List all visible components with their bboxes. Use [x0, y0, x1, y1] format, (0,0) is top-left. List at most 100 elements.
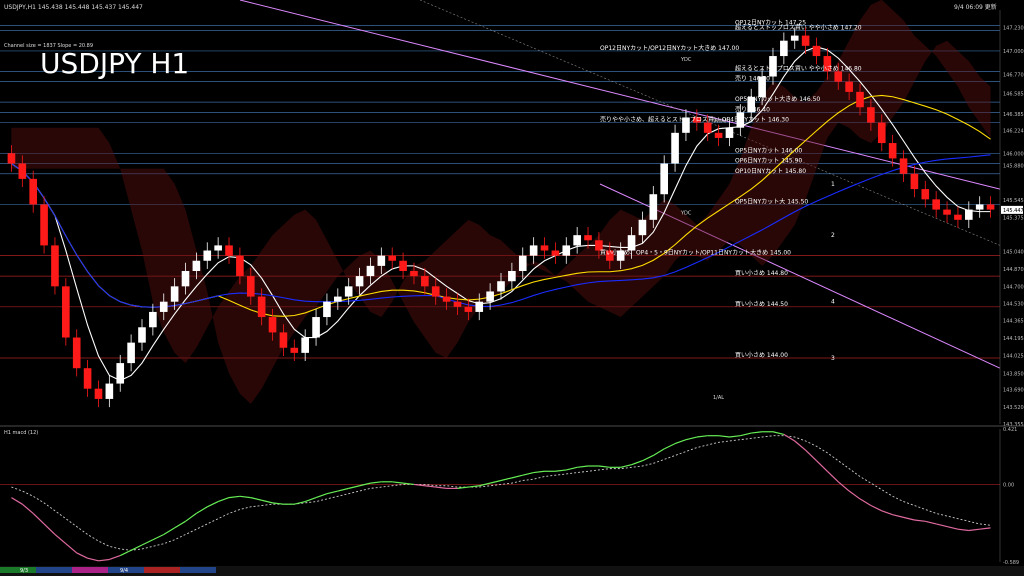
price-tick-label: 144.700	[1003, 284, 1024, 290]
level-marker: 3	[831, 355, 835, 362]
candle-body	[703, 122, 712, 133]
session-bar	[144, 567, 180, 573]
candle-body	[18, 163, 27, 179]
candle-body	[725, 127, 734, 138]
candle-body	[943, 209, 951, 215]
level-marker: 1	[831, 181, 835, 188]
candle-body	[801, 35, 810, 46]
price-tick-label: 146.585	[1003, 91, 1024, 97]
session-bar	[180, 567, 216, 573]
macd-title: H1 macd (12)	[4, 430, 38, 436]
price-level-label: 買い小さめ 144.80	[735, 269, 788, 277]
price-tick-label: 146.770	[1003, 72, 1024, 78]
price-tick-label: 144.025	[1003, 353, 1024, 359]
price-tick-label: 145.040	[1003, 250, 1024, 256]
time-axis: 9/3 9/4	[0, 566, 1024, 576]
candle-body	[714, 132, 723, 138]
macd-tick-label: 0.00	[1003, 482, 1014, 488]
big-title: USDJPY H1	[40, 47, 189, 80]
candle-body	[910, 173, 919, 190]
price-tick-label: 143.520	[1003, 405, 1024, 411]
price-level-label: 超えるとストップロス買い やや小さめ 146.80	[735, 64, 862, 72]
price-level-label: 買い小さめ、OP4・5・9日NYカット/OP11日NYカット大きめ 145.00	[600, 249, 791, 257]
candle-body	[94, 388, 103, 399]
level-marker: 2	[831, 232, 835, 239]
candle-body	[877, 122, 886, 144]
candle-body	[573, 235, 581, 246]
candle-body	[812, 45, 821, 57]
candle-body	[138, 327, 146, 343]
candle-body	[246, 276, 255, 297]
candle-body	[399, 260, 407, 271]
price-tick-label: 145.375	[1003, 215, 1024, 221]
candle-body	[105, 383, 114, 399]
price-level-label: OP10日NYカット 145.80	[735, 168, 806, 175]
candle-body	[888, 143, 897, 159]
candle-body	[453, 301, 462, 307]
candle-body	[921, 189, 930, 200]
candle-body	[301, 337, 309, 353]
candle-body	[29, 178, 38, 205]
candle-body	[388, 255, 397, 261]
price-level-label: 売り 146.70	[735, 75, 770, 83]
update-time: 9/4 06:09 更新	[954, 3, 997, 11]
candle-body	[431, 286, 440, 297]
side-tag: YDC	[680, 57, 692, 63]
candle-body	[660, 163, 668, 195]
price-level-label: 売り 146.40	[735, 105, 770, 113]
session-bar	[36, 567, 72, 573]
candle-body	[279, 332, 288, 348]
candle-body	[562, 245, 571, 256]
candle-body	[486, 291, 494, 302]
candle-body	[584, 235, 592, 241]
candle-body	[856, 91, 864, 108]
price-tick-label: 146.000	[1003, 151, 1024, 157]
candle-body	[149, 311, 157, 328]
price-tick-label: 143.850	[1003, 371, 1024, 377]
macd-tick-label: 0.421	[1003, 427, 1017, 433]
candle-body	[986, 204, 995, 210]
price-level-label: OP12日NYカット/OP12日NYカット大きめ 147.00	[600, 44, 739, 52]
side-tag: 1/AL	[713, 395, 724, 401]
price-level-label: OP6日NYカット 145.90	[735, 158, 802, 165]
candle-body	[671, 132, 679, 164]
candle-body	[377, 255, 386, 266]
candle-body	[127, 342, 135, 364]
session-bar	[0, 567, 36, 573]
candle-body	[290, 347, 299, 353]
candle-body	[192, 260, 201, 271]
candle-body	[899, 158, 908, 174]
candle-body	[867, 107, 875, 123]
candle-body	[40, 204, 48, 246]
price-tick-label: 143.690	[1003, 388, 1024, 394]
current-price-label: 145.447	[1003, 208, 1024, 214]
candle-body	[83, 368, 92, 389]
price-tick-label: 146.224	[1003, 128, 1024, 134]
price-level-label: OP5日NYカット大 145.50	[735, 197, 808, 205]
price-level-label: OP5日NYカット大きめ 146.50	[735, 95, 820, 103]
candle-body	[236, 255, 244, 277]
candle-body	[529, 245, 538, 256]
price-level-label: 超えるとストップロス買い やや小さめ 147.20	[735, 23, 862, 31]
candle-body	[312, 317, 320, 338]
candle-body	[627, 235, 636, 251]
candle-body	[203, 250, 212, 261]
candle-body	[954, 214, 962, 220]
candle-body	[442, 296, 451, 302]
candle-body	[170, 286, 179, 302]
candle-body	[355, 276, 364, 287]
candle-body	[62, 286, 70, 338]
price-tick-label: 147.230	[1003, 25, 1024, 31]
candle-body	[268, 317, 277, 333]
price-tick-label: 145.880	[1003, 164, 1024, 170]
price-level-label: OP5日NYカット 146.00	[735, 147, 802, 154]
date-label: 9/3	[20, 568, 28, 574]
side-tag: VWAP	[713, 119, 728, 125]
candle-body	[540, 245, 549, 251]
price-tick-label: 147.000	[1003, 49, 1024, 55]
usdjpy-h1-chart[interactable]: OP12日NYカット 147.25超えるとストップロス買い やや小さめ 147.…	[0, 0, 1024, 576]
candle-body	[638, 219, 647, 236]
candle-body	[159, 301, 168, 312]
candle-body	[964, 209, 973, 220]
candle-body	[508, 270, 516, 282]
